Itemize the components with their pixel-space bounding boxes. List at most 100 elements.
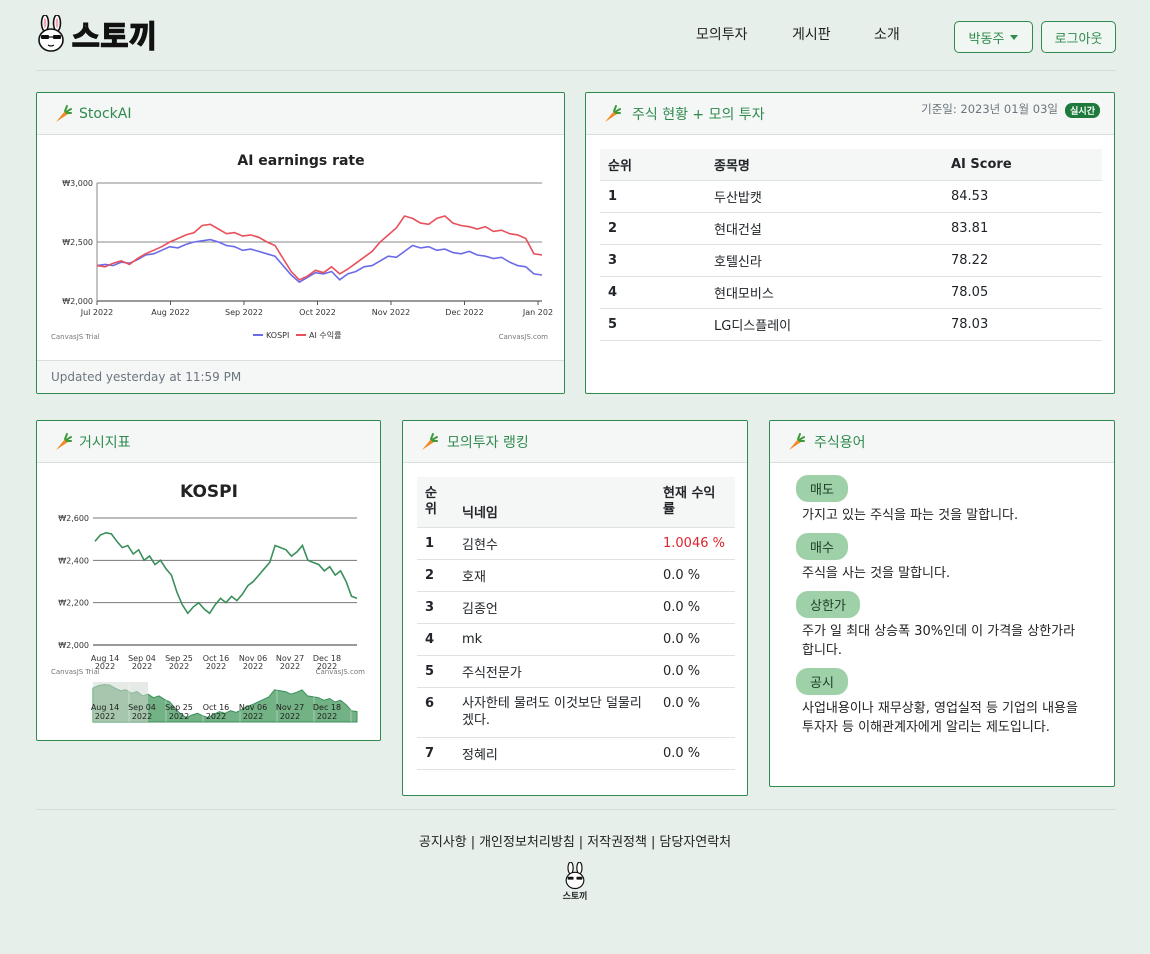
carrot-icon (422, 432, 438, 450)
table-row[interactable]: 4 현대모비스 78.05 (600, 276, 1102, 309)
term-description: 주식을 사는 것을 말합니다. (802, 566, 951, 581)
card-header: 주식용어 (770, 421, 1114, 463)
table-row: 7 정혜리 0.0 % (417, 737, 735, 770)
nickname-cell: 정혜리 (454, 737, 655, 770)
table-row: 3 김종언 0.0 % (417, 591, 735, 624)
stock-name-cell[interactable]: 호텔신라 (706, 244, 943, 277)
terms-list: 매도 가지고 있는 주식을 파는 것을 말합니다. 매수 주식을 사는 것을 말… (796, 475, 1091, 737)
stock-table: 순위 종목명 AI Score 1 두산밥캣 84.53 2 현대건설 83.81 3호… (600, 149, 1102, 341)
rank-cell: 6 (417, 687, 454, 738)
footer-separator: | (650, 835, 656, 850)
top-navbar: 스토끼 모의투자 게시판 소개 박동주 로그아웃 (36, 0, 1116, 71)
term-description: 가지고 있는 주식을 파는 것을 말합니다. (802, 508, 1019, 523)
nav-about[interactable]: 소개 (874, 24, 900, 44)
chart-title: KOSPI (180, 482, 238, 502)
x-tick-year: 2022 (132, 662, 152, 671)
table-row[interactable]: 5 LG디스플레이 78.03 (600, 308, 1102, 341)
footer-link-privacy[interactable]: 개인정보처리방침 (479, 835, 575, 850)
footer-link-contact[interactable]: 담당자연락처 (659, 835, 731, 850)
nickname-cell: 김종언 (454, 591, 655, 624)
y-tick-label: ₩2,200 (58, 599, 89, 608)
footer-link-copyright[interactable]: 저작권정책 (587, 835, 647, 850)
col-rank: 순위 (600, 149, 706, 181)
table-row[interactable]: 2 현대건설 83.81 (600, 212, 1102, 245)
table-row: 4 mk 0.0 % (417, 623, 735, 656)
navigator-tick-year: 2022 (317, 712, 337, 721)
x-tick-label: Dec 2022 (445, 308, 483, 317)
navigator-tick-year: 2022 (95, 712, 115, 721)
score-cell: 78.05 (943, 276, 1102, 309)
kospi-line (94, 531, 358, 615)
footer-separator: | (470, 835, 476, 850)
live-badge: 실시간 (1065, 103, 1100, 118)
navigator-tick-year: 2022 (132, 712, 152, 721)
stock-name-cell[interactable]: 현대모비스 (706, 276, 943, 309)
x-tick-year: 2022 (169, 662, 189, 671)
rank-cell: 4 (600, 276, 706, 309)
score-cell: 78.03 (943, 308, 1102, 341)
carrot-icon (789, 432, 805, 450)
stock-name-cell[interactable]: LG디스플레이 (706, 308, 943, 341)
card-header: 주식 현황 + 모의 투자 기준일: 2023년 01월 03일 실시간 (586, 93, 1114, 135)
navigator-tick-label: Sep 25 (165, 703, 193, 712)
footer-separator: | (578, 835, 584, 850)
nav-mock-invest[interactable]: 모의투자 (696, 24, 748, 44)
rank-cell: 4 (417, 623, 454, 656)
rate-cell: 0.0 % (655, 623, 735, 656)
kospi-chart[interactable]: KOSPI₩2,000₩2,200₩2,400₩2,600Aug 142022S… (37, 464, 380, 739)
rate-cell: 1.0046 % (655, 527, 735, 560)
x-tick-year: 2022 (206, 662, 226, 671)
footer-divider (36, 809, 1116, 810)
footer-link-notice[interactable]: 공지사항 (419, 835, 467, 850)
card-title: 모의투자 랭킹 (447, 434, 529, 451)
score-cell: 78.22 (943, 244, 1102, 277)
brand-name: 스토끼 (71, 19, 158, 56)
navigator-tick-year: 2022 (169, 712, 189, 721)
col-rate-line2: 률 (663, 501, 675, 517)
x-tick-label: Oct 2022 (299, 308, 336, 317)
rate-cell: 0.0 % (655, 655, 735, 688)
navigator-tick-label: Oct 16 (203, 703, 230, 712)
rate-cell: 0.0 % (655, 687, 735, 738)
rank-cell: 3 (600, 244, 706, 277)
stock-name-cell[interactable]: 두산밥캣 (706, 180, 943, 213)
rank-cell: 5 (417, 655, 454, 688)
user-menu-button[interactable]: 박동주 (954, 21, 1033, 53)
stock-name-cell[interactable]: 현대건설 (706, 212, 943, 245)
footer-logo-text: 스토끼 (562, 892, 588, 902)
x-tick-label: Jul 2022 (80, 308, 114, 317)
term-description: 사업내용이나 재무상황, 영업실적 등 기업의 내용을 투자자 등 이해관계자에… (802, 701, 1078, 735)
logout-button[interactable]: 로그아웃 (1041, 21, 1116, 53)
ranking-card: 모의투자 랭킹 순위 닉네임 현재 수익 률 1 김현수 1.0046 % 2 호재 0.… (402, 420, 748, 796)
col-ai-score: AI Score (943, 149, 1102, 181)
stockai-card: StockAI AI earnings rate ₩2,000 ₩2,500 ₩3,0… (36, 92, 565, 394)
brand-logo[interactable]: 스토끼 (36, 12, 158, 56)
table-row[interactable]: 1 두산밥캣 84.53 (600, 180, 1102, 213)
term-badge: 매도 (796, 475, 848, 502)
card-header: 거시지표 (37, 421, 380, 463)
navigator-tick-label: Nov 27 (276, 703, 304, 712)
footer-logo: 스토끼 (555, 861, 595, 902)
col-nickname: 닉네임 (454, 477, 655, 528)
col-rank: 순위 (417, 477, 454, 528)
stock-table-wrap: 순위 종목명 AI Score 1 두산밥캣 84.53 2 현대건설 83.81 3호… (600, 149, 1102, 341)
table-row: 2 호재 0.0 % (417, 559, 735, 592)
navigator-tick-year: 2022 (243, 712, 263, 721)
term-description: 주가 일 최대 상승폭 30%인데 이 가격을 상한가라 합니다. (802, 624, 1076, 658)
col-return-rate: 현재 수익 률 (655, 477, 735, 528)
nickname-cell: 사자한테 물려도 이것보단 덜물리겠다. (454, 687, 655, 738)
nav-board[interactable]: 게시판 (792, 24, 831, 44)
navigator-tick-year: 2022 (280, 712, 300, 721)
canvasjs-trial-label: CanvasJS Trial (51, 668, 100, 676)
term-badge: 매수 (796, 533, 848, 560)
card-title: 주식 현황 + 모의 투자 (632, 106, 765, 123)
y-tick-label: ₩2,500 (62, 238, 93, 247)
canvasjs-credit: CanvasJS.com (316, 668, 366, 676)
table-row[interactable]: 3 호텔신라 78.22 (600, 244, 1102, 277)
x-tick-year: 2022 (280, 662, 300, 671)
card-title: 거시지표 (79, 434, 131, 451)
term-badge: 공시 (796, 668, 848, 695)
term-item: 상한가 주가 일 최대 상승폭 30%인데 이 가격을 상한가라 합니다. (796, 591, 1091, 660)
card-header: 모의투자 랭킹 (403, 421, 747, 463)
chart-title: AI earnings rate (237, 153, 364, 169)
